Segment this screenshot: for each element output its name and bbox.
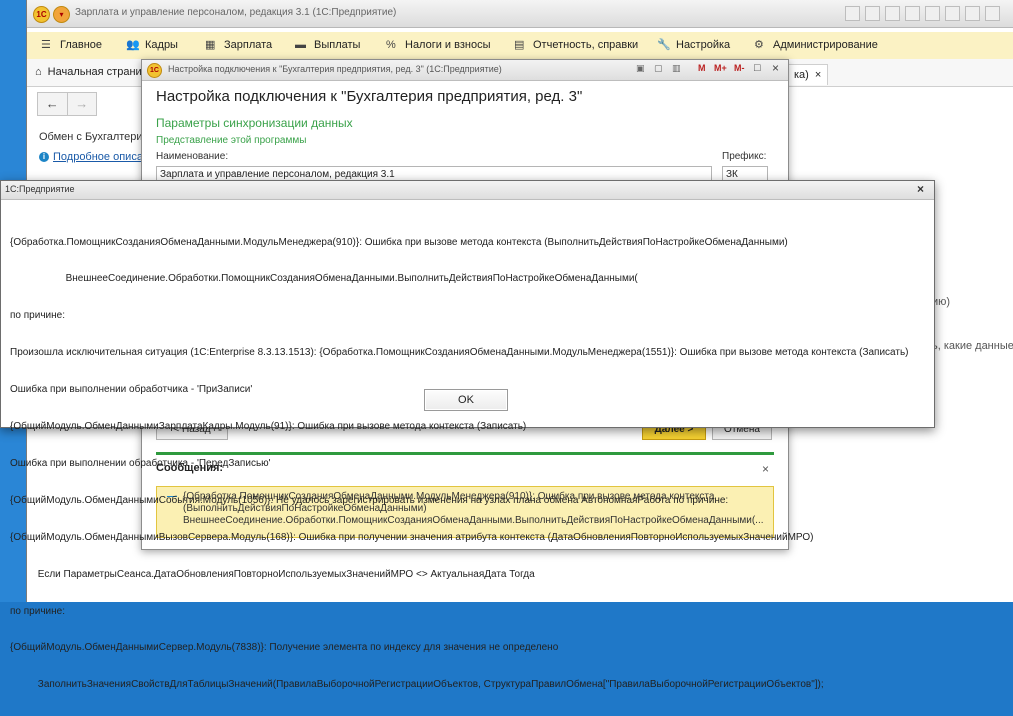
maximize-icon[interactable]: □ (754, 62, 761, 74)
dialog-heading: Настройка подключения к "Бухгалтерия пре… (156, 88, 583, 105)
navigation-buttons: ← → (37, 92, 97, 116)
error-line: Произошла исключительная ситуация (1C:En… (10, 347, 909, 359)
toolbar-icon-1[interactable] (845, 6, 860, 21)
calculator-icon: ▦ (205, 38, 216, 51)
menu-item-administration[interactable]: ⚙ Администрирование (754, 39, 878, 51)
error-line: {ОбщийМодуль.ОбменДаннымиВызовСервера.Мо… (10, 531, 814, 543)
error-line: по причине: (10, 605, 65, 617)
error-line: {ОбщийМодуль.ОбменДаннымиСервер.Модуль(7… (10, 642, 559, 654)
wrench-icon: 🔧 (657, 38, 671, 51)
menu-icon: ☰ (41, 38, 51, 51)
menu-item-settings[interactable]: 🔧 Настройка (657, 39, 730, 51)
error-line: ВнешнееСоединение.Обработки.ПомощникСозд… (10, 273, 638, 285)
menu-item-main[interactable]: ☰ Главное (41, 39, 102, 51)
tab-home[interactable]: ⌂ Начальная страни (35, 66, 142, 78)
percent-icon: % (386, 38, 396, 51)
detailed-description-link[interactable]: i Подробное описан (39, 151, 149, 163)
memory-button[interactable]: M (698, 63, 706, 73)
menu-item-payments[interactable]: ▬ Выплаты (295, 39, 360, 51)
background-text-2: ь, какие данные (932, 340, 1013, 352)
error-line: Если ПараметрыСеанса.ДатаОбновленияПовто… (10, 568, 535, 580)
dialog-logo-icon: 1С (147, 63, 162, 78)
wallet-icon: ▬ (295, 38, 306, 51)
name-label: Наименование: (156, 151, 229, 162)
toolbar-icon-6[interactable] (945, 6, 960, 21)
close-icon[interactable]: × (917, 182, 924, 196)
error-dialog-titlebar: 1С:Предприятие × (1, 181, 934, 200)
report-icon: ▤ (514, 38, 525, 51)
error-line: {Обработка.ПомощникСозданияОбменаДанными… (10, 236, 788, 248)
dialog-titlebar: 1С Настройка подключения к "Бухгалтерия … (142, 60, 788, 81)
tab-connection-settings[interactable]: ка) × (787, 64, 829, 85)
app-logo-icon: 1С (33, 6, 50, 23)
error-dialog-title: 1С:Предприятие (5, 184, 75, 194)
error-line: {ОбщийМодуль.ОбменДаннымиСобытия.Модуль(… (10, 494, 729, 506)
memory-plus-button[interactable]: M+ (714, 63, 727, 73)
error-line: Ошибка при выполнении обработчика - 'Пер… (10, 457, 271, 469)
toolbar-icon-8[interactable] (985, 6, 1000, 21)
app-window-title: Зарплата и управление персоналом, редакц… (75, 7, 397, 18)
home-icon: ⌂ (35, 66, 42, 78)
app-menu-icon[interactable]: ▾ (53, 6, 70, 23)
toolbar-icon-3[interactable] (885, 6, 900, 21)
main-menu-bar: ☰ Главное 👥 Кадры ▦ Зарплата ▬ Выплаты % Нало… (27, 32, 1013, 60)
error-line: ЗаполнитьЗначенияСвойствДляТаблицыЗначен… (10, 679, 824, 691)
gear-icon: ⚙ (754, 38, 764, 51)
ok-button[interactable]: OK (424, 389, 508, 411)
menu-item-reports[interactable]: ▤ Отчетность, справки (514, 39, 638, 51)
dialog-window-title: Настройка подключения к "Бухгалтерия пре… (168, 64, 502, 74)
link-icon[interactable]: ▢ (654, 63, 663, 74)
app-titlebar: 1С ▾ Зарплата и управление персоналом, р… (27, 0, 1013, 28)
forward-arrow-icon[interactable]: → (66, 93, 97, 115)
calendar-icon[interactable]: ▥ (672, 63, 681, 74)
print-icon[interactable]: ▣ (636, 63, 645, 74)
close-icon[interactable]: × (772, 61, 779, 75)
menu-item-taxes[interactable]: % Налоги и взносы (386, 39, 491, 51)
prefix-label: Префикс: (722, 151, 767, 162)
toolbar-icon-5[interactable] (925, 6, 940, 21)
toolbar-icon-2[interactable] (865, 6, 880, 21)
toolbar-icon-7[interactable] (965, 6, 980, 21)
back-arrow-icon[interactable]: ← (38, 93, 67, 115)
error-message: {Обработка.ПомощникСозданияОбменаДанными… (10, 212, 926, 716)
menu-item-salary[interactable]: ▦ Зарплата (205, 39, 272, 51)
memory-minus-button[interactable]: M- (734, 63, 745, 73)
error-line: по причине: (10, 310, 65, 322)
error-line: {ОбщийМодуль.ОбменДаннымиЗарплатаКадры.М… (10, 421, 527, 433)
subsection-title: Представление этой программы (156, 135, 307, 146)
menu-item-staff[interactable]: 👥 Кадры (126, 39, 178, 51)
exchange-label: Обмен с Бухгалтери (39, 131, 143, 143)
close-icon[interactable]: × (815, 69, 821, 81)
info-icon: i (39, 152, 49, 162)
people-icon: 👥 (126, 38, 140, 51)
error-dialog: 1С:Предприятие × {Обработка.ПомощникСозд… (0, 180, 935, 690)
section-title: Параметры синхронизации данных (156, 116, 353, 130)
toolbar-icon-4[interactable] (905, 6, 920, 21)
